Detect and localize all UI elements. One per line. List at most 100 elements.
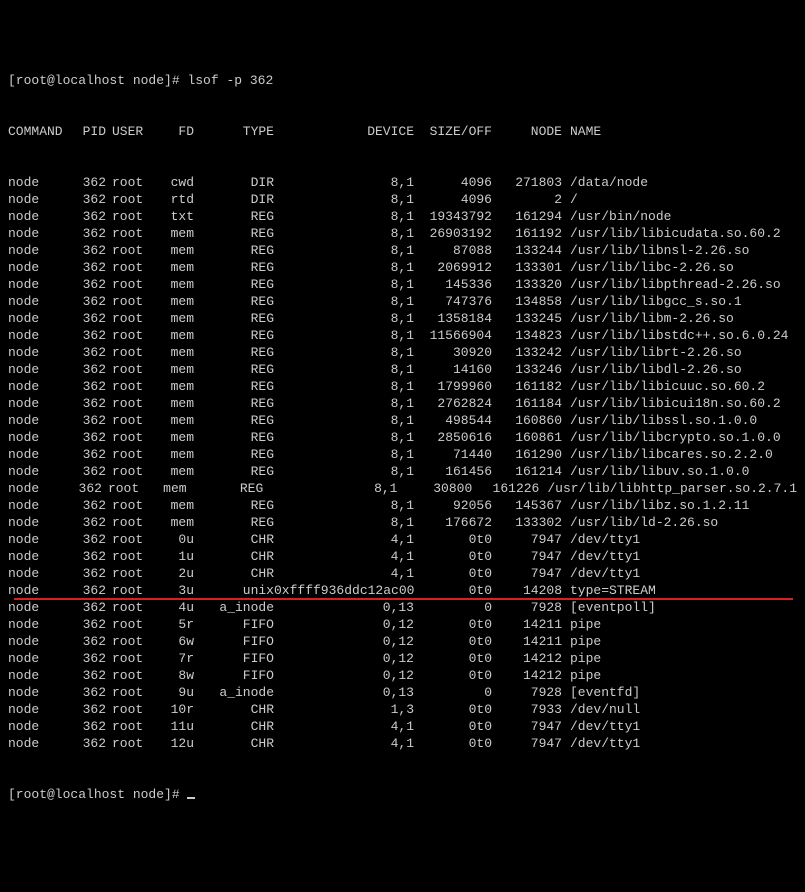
cell-pid: 362 [70, 565, 106, 582]
cell-size: 2762824 [414, 395, 492, 412]
cell-fd: mem [152, 276, 194, 293]
cell-type: CHR [194, 718, 274, 735]
cell-name: /usr/lib/libpthread-2.26.so [562, 276, 797, 293]
cell-user: root [106, 684, 152, 701]
cell-name: /usr/lib/librt-2.26.so [562, 344, 797, 361]
cell-user: root [106, 667, 152, 684]
cell-type: REG [194, 463, 274, 480]
cell-name: pipe [562, 633, 797, 650]
cell-type: REG [194, 361, 274, 378]
cell-device: 0,12 [274, 650, 414, 667]
cell-name: /dev/tty1 [562, 548, 797, 565]
cell-node: 14211 [492, 633, 562, 650]
cell-type: REG [194, 293, 274, 310]
cell-fd: cwd [152, 174, 194, 191]
shell-prompt-line-2[interactable]: [root@localhost node]# [8, 786, 797, 803]
cell-device: 8,1 [274, 242, 414, 259]
cell-command: node [8, 344, 70, 361]
cell-fd: mem [152, 242, 194, 259]
cell-pid: 362 [70, 395, 106, 412]
cell-pid: 362 [70, 191, 106, 208]
cell-pid: 362 [70, 735, 106, 752]
cell-name: /usr/lib/libstdc++.so.6.0.24 [562, 327, 797, 344]
cell-type: REG [187, 480, 264, 497]
cell-pid: 362 [70, 310, 106, 327]
cell-user: root [106, 242, 152, 259]
cell-pid: 362 [70, 174, 106, 191]
cell-node: 2 [492, 191, 562, 208]
lsof-row: node362root3uunix0xffff936ddc12ac000t014… [8, 582, 797, 599]
cell-node: 133320 [492, 276, 562, 293]
cell-user: root [106, 259, 152, 276]
cell-command: node [8, 446, 70, 463]
cell-node: 133301 [492, 259, 562, 276]
cell-pid: 362 [70, 276, 106, 293]
cell-size: 30800 [397, 480, 472, 497]
shell-prompt: [root@localhost node]# [8, 73, 187, 88]
cell-user: root [106, 293, 152, 310]
col-type: TYPE [194, 123, 274, 140]
cell-fd: 11u [152, 718, 194, 735]
cell-fd: txt [152, 208, 194, 225]
cell-size: 71440 [414, 446, 492, 463]
cell-type: REG [194, 208, 274, 225]
cell-node: 160861 [492, 429, 562, 446]
cell-size: 0t0 [414, 548, 492, 565]
cell-fd: mem [152, 259, 194, 276]
cell-command: node [8, 718, 70, 735]
cell-pid: 362 [70, 225, 106, 242]
cell-command: node [8, 480, 67, 497]
cell-fd: mem [152, 412, 194, 429]
cell-pid: 362 [70, 497, 106, 514]
cell-command: node [8, 633, 70, 650]
cell-pid: 362 [70, 327, 106, 344]
cell-fd: mem [152, 378, 194, 395]
cell-node: 161184 [492, 395, 562, 412]
cell-pid: 362 [70, 514, 106, 531]
shell-prompt-2: [root@localhost node]# [8, 787, 187, 802]
cell-size: 747376 [414, 293, 492, 310]
cell-name: type=STREAM [562, 582, 797, 599]
cell-fd: mem [152, 497, 194, 514]
cell-size: 0t0 [414, 531, 492, 548]
cell-device: 8,1 [274, 174, 414, 191]
cell-command: node [8, 667, 70, 684]
cell-size: 0t0 [414, 565, 492, 582]
cell-pid: 362 [70, 548, 106, 565]
lsof-row: node362rootmemREG8,114160133246/usr/lib/… [8, 361, 797, 378]
cell-node: 14212 [492, 667, 562, 684]
cell-size: 1358184 [414, 310, 492, 327]
lsof-row: node362rootcwdDIR8,14096271803/data/node [8, 174, 797, 191]
cell-user: root [106, 412, 152, 429]
lsof-row: node362rootmemREG8,187088133244/usr/lib/… [8, 242, 797, 259]
cell-fd: mem [152, 514, 194, 531]
cell-type: REG [194, 310, 274, 327]
lsof-row: node362rootmemREG8,126903192161192/usr/l… [8, 225, 797, 242]
cell-name: /usr/lib/libuv.so.1.0.0 [562, 463, 797, 480]
cell-device: 8,1 [274, 293, 414, 310]
cell-device: 8,1 [274, 208, 414, 225]
cell-type: REG [194, 395, 274, 412]
cell-user: root [106, 616, 152, 633]
cell-type: REG [194, 276, 274, 293]
cell-pid: 362 [70, 718, 106, 735]
cell-user: root [106, 327, 152, 344]
cell-node: 7947 [492, 718, 562, 735]
cell-size: 498544 [414, 412, 492, 429]
cell-command: node [8, 650, 70, 667]
cell-name: pipe [562, 616, 797, 633]
cell-device: 8,1 [274, 225, 414, 242]
cell-node: 161182 [492, 378, 562, 395]
cell-size: 0t0 [414, 718, 492, 735]
lsof-row: node362rootmemREG8,1498544160860/usr/lib… [8, 412, 797, 429]
lsof-row: node362rootmemREG8,1176672133302/usr/lib… [8, 514, 797, 531]
cell-fd: 7r [152, 650, 194, 667]
cell-command: node [8, 327, 70, 344]
cell-type: REG [194, 412, 274, 429]
cell-size: 87088 [414, 242, 492, 259]
cell-size: 2850616 [414, 429, 492, 446]
cell-user: root [106, 582, 152, 599]
cell-type: REG [194, 429, 274, 446]
cell-user: root [106, 548, 152, 565]
cell-pid: 362 [70, 633, 106, 650]
